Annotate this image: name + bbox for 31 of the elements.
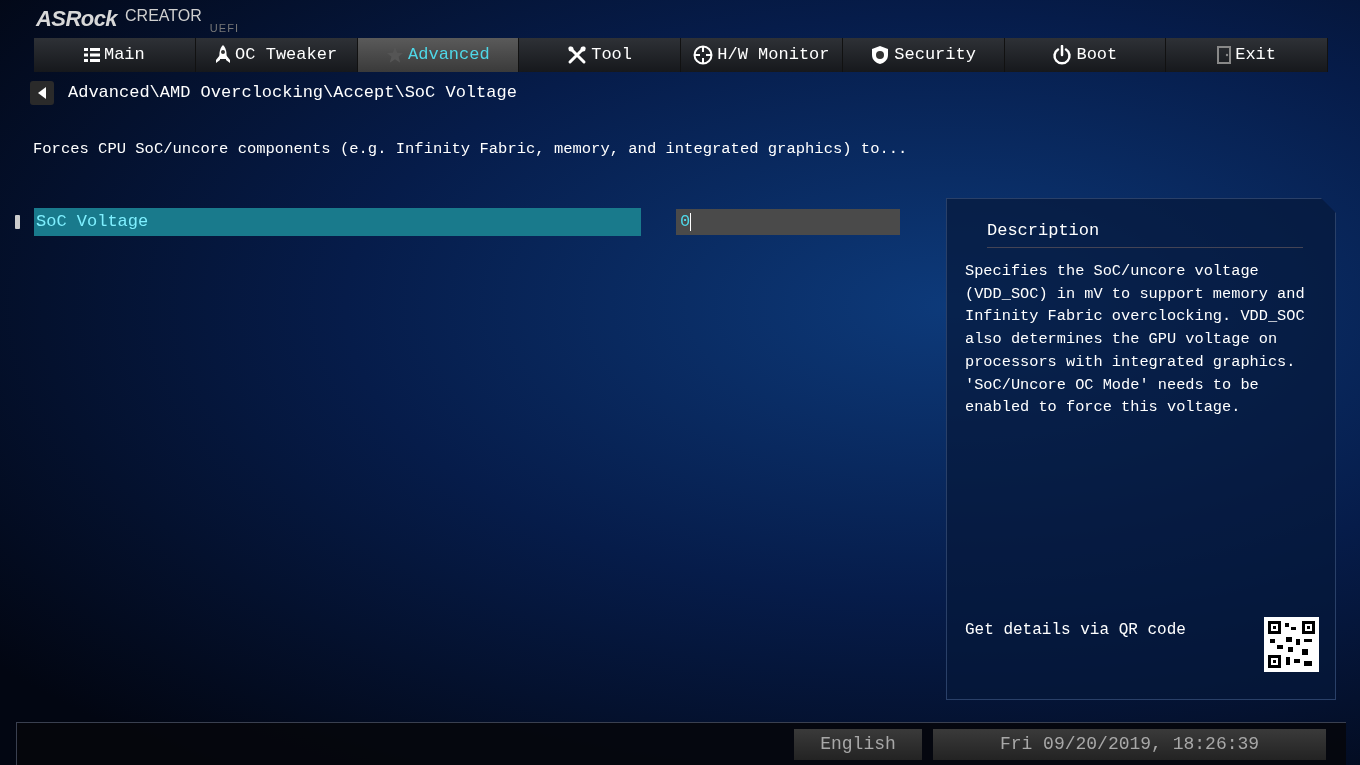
door-icon bbox=[1217, 46, 1232, 64]
menu-tab[interactable]: OC Tweaker bbox=[195, 38, 358, 72]
date-time: Fri 09/20/2019, 18:26:39 bbox=[933, 729, 1326, 760]
crosshair-icon bbox=[693, 45, 714, 65]
description-text: Specifies the SoC/uncore voltage (VDD_SOC) in mV to support memory and Infinity Fabric overclocking. VDD_SOC also determines the GPU voltage on processors with integrated graphics. 'SoC/Uncore OC Mode' needs to be enabled to force this voltage. bbox=[965, 261, 1306, 419]
power-icon bbox=[1052, 45, 1073, 65]
value-input-field[interactable]: 0 bbox=[676, 209, 900, 235]
breadcrumb: Advanced\AMD Overclocking\Accept\SoC Voltage bbox=[68, 82, 517, 104]
logo-subtitle: UEFI bbox=[209, 22, 240, 34]
logo-product: CREATOR bbox=[125, 6, 202, 26]
rocket-icon bbox=[215, 45, 232, 65]
list-icon bbox=[83, 47, 100, 63]
language-button[interactable]: English bbox=[794, 729, 922, 760]
back-button[interactable] bbox=[30, 81, 54, 105]
help-text: Forces CPU SoC/uncore components (e.g. Infinity Fabric, memory, and integrated graphics) to... bbox=[33, 139, 909, 160]
menu-tab[interactable]: Security bbox=[842, 38, 1005, 72]
menu-tab[interactable]: H/W Monitor bbox=[681, 38, 843, 72]
menu-tab[interactable]: Main bbox=[34, 38, 196, 72]
setting-item[interactable]: SoC Voltage bbox=[34, 208, 641, 236]
row-marker bbox=[15, 215, 20, 229]
menu-tab[interactable]: Advanced bbox=[357, 38, 520, 72]
logo-brand: ASRock bbox=[36, 6, 118, 32]
description-title: Description bbox=[987, 221, 1100, 240]
menu-tab[interactable]: Boot bbox=[1004, 38, 1167, 72]
tools-icon bbox=[567, 45, 588, 65]
back-arrow-icon bbox=[37, 87, 47, 99]
qr-code-icon bbox=[1264, 617, 1319, 672]
menu-tab[interactable]: Tool bbox=[519, 38, 681, 72]
menu-tab[interactable]: Exit bbox=[1166, 38, 1328, 72]
badge-icon bbox=[870, 45, 891, 65]
qr-label: Get details via QR code bbox=[965, 620, 1186, 641]
